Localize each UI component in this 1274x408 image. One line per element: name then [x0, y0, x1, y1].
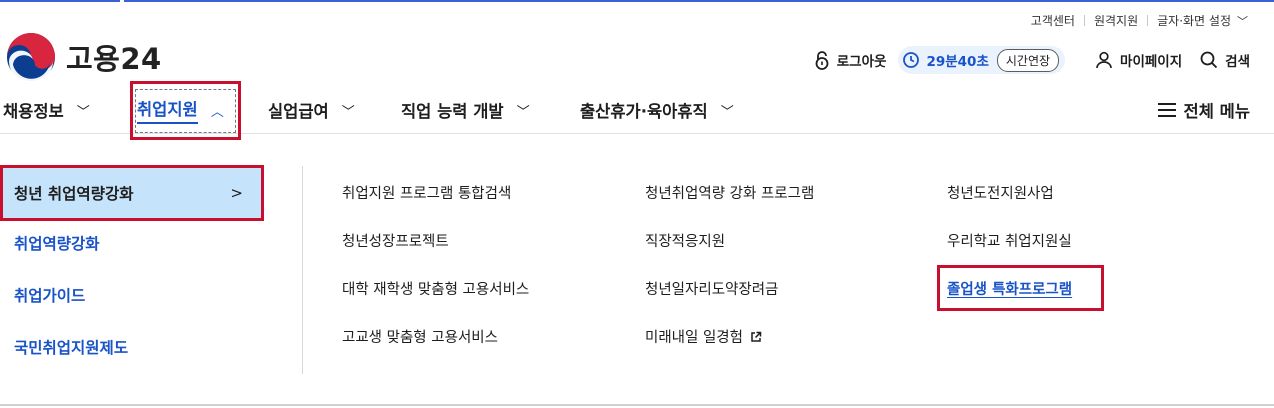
header-actions: 로그아웃 29분40초 시간연장 마이페이지 검색: [814, 46, 1250, 74]
timer-value: 29분40초: [926, 54, 989, 70]
link-workplace-adaptation[interactable]: 직장적응지원: [645, 230, 725, 251]
submenu-category-list: 청년 취업역량강화 > 취업역량강화 취업가이드 국민취업지원제도: [0, 165, 264, 373]
chevron-right-icon: >: [230, 184, 243, 202]
link-youth-job-leap-subsidy[interactable]: 청년일자리도약장려금: [645, 278, 778, 299]
remote-support-link[interactable]: 원격지원: [1094, 12, 1138, 29]
search-icon: [1200, 51, 1218, 69]
gnb-item-unemployment-benefits[interactable]: 실업급여 ﹀: [268, 88, 355, 132]
gnb-label: 채용정보: [3, 102, 64, 121]
logo-text: 고용24: [66, 42, 162, 76]
gnb-item-job-info[interactable]: 채용정보 ﹀: [3, 88, 90, 132]
submenu-category-youth-capacity[interactable]: 청년 취업역량강화 >: [0, 165, 264, 221]
mypage-link[interactable]: 마이페이지: [1095, 50, 1182, 70]
link-youth-growth-project[interactable]: 청년성장프로젝트: [342, 230, 449, 251]
gnb-label: 실업급여: [268, 102, 329, 121]
submenu-category-national-support[interactable]: 국민취업지원제도: [0, 321, 264, 373]
all-menu-label: 전체 메뉴: [1183, 102, 1250, 121]
user-icon: [1096, 51, 1112, 69]
mypage-label: 마이페이지: [1120, 54, 1183, 70]
link-youth-challenge-support[interactable]: 청년도전지원사업: [947, 182, 1054, 203]
link-future-work-experience[interactable]: 미래내일 일경험: [645, 326, 762, 347]
display-settings-link[interactable]: 글자·화면 설정 ﹀: [1157, 12, 1248, 29]
category-label: 청년 취업역량강화: [14, 185, 134, 203]
utility-divider: [1083, 15, 1085, 26]
submenu-category-capacity[interactable]: 취업역량강화: [0, 217, 264, 269]
submenu-divider: [302, 166, 303, 374]
hamburger-icon: [1157, 103, 1176, 117]
site-logo[interactable]: 고용24: [6, 32, 162, 82]
logout-button[interactable]: 로그아웃: [814, 50, 887, 70]
utility-bar: 고객센터 원격지원 글자·화면 설정 ﹀: [1031, 12, 1248, 29]
chevron-down-icon: ﹀: [516, 104, 530, 120]
submenu-category-guide[interactable]: 취업가이드: [0, 269, 264, 321]
chevron-down-icon: ﹀: [76, 104, 90, 120]
focus-ring: [135, 89, 236, 133]
all-menu-button[interactable]: 전체 메뉴: [1157, 88, 1250, 132]
chevron-down-icon: ﹀: [341, 104, 355, 120]
link-program-search[interactable]: 취업지원 프로그램 통합검색: [342, 182, 511, 203]
link-highschool-service[interactable]: 고교생 맞춤형 고용서비스: [342, 326, 498, 347]
top-accent-line: [0, 0, 1274, 2]
gnb-item-vocational-training[interactable]: 직업 능력 개발 ﹀: [401, 88, 530, 132]
utility-divider: [1147, 15, 1149, 26]
gnb-label: 직업 능력 개발: [401, 102, 504, 121]
chevron-down-icon: ﹀: [720, 104, 734, 120]
extend-session-button[interactable]: 시간연장: [996, 48, 1060, 72]
search-button[interactable]: 검색: [1200, 50, 1250, 70]
display-settings-label: 글자·화면 설정: [1157, 14, 1231, 28]
link-label: 미래내일 일경험: [645, 330, 743, 346]
link-university-service[interactable]: 대학 재학생 맞춤형 고용서비스: [342, 278, 529, 299]
gnb-item-maternity-parental-leave[interactable]: 출산휴가·육아휴직 ﹀: [580, 88, 734, 132]
link-school-employment-office[interactable]: 우리학교 취업지원실: [947, 230, 1072, 251]
external-link-icon: [751, 331, 762, 342]
lock-icon: [815, 50, 829, 70]
link-youth-capacity-program[interactable]: 청년취업역량 강화 프로그램: [645, 182, 814, 203]
chevron-down-icon: ﹀: [1237, 15, 1248, 28]
bottom-divider: [0, 404, 1274, 406]
clock-icon: [903, 52, 920, 68]
session-timer: 29분40초 시간연장: [898, 46, 1066, 74]
logout-label: 로그아웃: [836, 54, 887, 70]
target-highlight-box: [937, 265, 1104, 311]
gnb-label: 출산휴가·육아휴직: [580, 102, 708, 121]
taegeuk-logo-icon: [7, 33, 55, 82]
search-label: 검색: [1225, 54, 1250, 70]
customer-center-link[interactable]: 고객센터: [1031, 12, 1075, 29]
